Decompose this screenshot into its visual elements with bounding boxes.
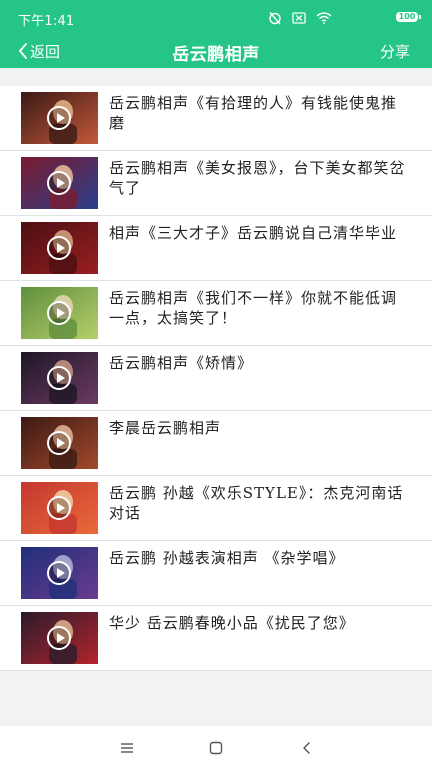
video-title: 岳云鹏 孙越表演相声 《杂学唱》 xyxy=(109,549,345,567)
play-icon[interactable] xyxy=(47,301,71,325)
status-bar: 下午1:41 100 xyxy=(0,0,432,34)
battery-icon: 100 xyxy=(396,12,418,22)
back-icon[interactable] xyxy=(299,740,315,756)
video-thumbnail[interactable] xyxy=(21,547,98,599)
play-icon[interactable] xyxy=(47,171,71,195)
video-list-item[interactable]: 岳云鹏 孙越《欢乐STYLE》：杰克河南话对话 xyxy=(0,476,432,541)
video-thumbnail[interactable] xyxy=(21,157,98,209)
battery-nub xyxy=(419,15,421,19)
video-list-item[interactable]: 岳云鹏相声《我们不一样》你就不能低调一点，太搞笑了！ xyxy=(0,281,432,346)
play-icon[interactable] xyxy=(47,626,71,650)
video-title: 华少 岳云鹏春晚小品《扰民了您》 xyxy=(109,614,355,632)
play-icon[interactable] xyxy=(47,236,71,260)
video-list-item[interactable]: 岳云鹏 孙越表演相声 《杂学唱》 xyxy=(0,541,432,606)
video-title: 李晨岳云鹏相声 xyxy=(109,419,222,437)
video-title: 岳云鹏相声《矫情》 xyxy=(109,354,254,372)
notification-icon xyxy=(292,12,306,24)
play-icon[interactable] xyxy=(47,431,71,455)
play-icon[interactable] xyxy=(47,106,71,130)
video-list-item[interactable]: 相声《三大才子》岳云鹏说自己清华毕业 xyxy=(0,216,432,281)
video-thumbnail[interactable] xyxy=(21,417,98,469)
page-title: 岳云鹏相声 xyxy=(172,45,260,65)
alarm-off-icon xyxy=(269,12,281,25)
video-thumbnail[interactable] xyxy=(21,612,98,664)
video-list-item[interactable]: 李晨岳云鹏相声 xyxy=(0,411,432,476)
video-title: 岳云鹏相声《有拾理的人》有钱能使鬼推磨 xyxy=(109,94,398,132)
video-title: 岳云鹏 孙越《欢乐STYLE》：杰克河南话对话 xyxy=(109,484,404,522)
wifi-icon xyxy=(316,12,332,24)
screen: 下午1:41 100 返回 岳云鹏相声 分享 岳云鹏相声《有拾理的人》有钱能使鬼… xyxy=(0,0,432,768)
video-thumbnail[interactable] xyxy=(21,482,98,534)
video-list: 岳云鹏相声《有拾理的人》有钱能使鬼推磨 岳云鹏相声《美女报恩》，台下美女都笑岔气了… xyxy=(0,86,432,671)
video-thumbnail[interactable] xyxy=(21,287,98,339)
share-button[interactable]: 分享 xyxy=(380,41,410,62)
status-time: 下午1:41 xyxy=(18,14,75,29)
video-title: 相声《三大才子》岳云鹏说自己清华毕业 xyxy=(109,224,398,242)
video-list-item[interactable]: 岳云鹏相声《矫情》 xyxy=(0,346,432,411)
video-thumbnail[interactable] xyxy=(21,352,98,404)
play-icon[interactable] xyxy=(47,366,71,390)
home-icon[interactable] xyxy=(208,740,224,756)
video-list-item[interactable]: 华少 岳云鹏春晚小品《扰民了您》 xyxy=(0,606,432,671)
video-title: 岳云鹏相声《我们不一样》你就不能低调一点，太搞笑了！ xyxy=(109,289,398,327)
play-icon[interactable] xyxy=(47,561,71,585)
video-list-item[interactable]: 岳云鹏相声《有拾理的人》有钱能使鬼推磨 xyxy=(0,86,432,151)
top-bar: 下午1:41 100 返回 岳云鹏相声 分享 xyxy=(0,0,432,68)
status-icons xyxy=(268,10,332,26)
video-list-item[interactable]: 岳云鹏相声《美女报恩》，台下美女都笑岔气了 xyxy=(0,151,432,216)
system-nav-bar xyxy=(0,726,432,768)
app-bar: 返回 岳云鹏相声 分享 xyxy=(0,34,432,68)
video-title: 岳云鹏相声《美女报恩》，台下美女都笑岔气了 xyxy=(109,159,406,197)
menu-icon[interactable] xyxy=(119,740,135,756)
video-thumbnail[interactable] xyxy=(21,92,98,144)
video-thumbnail[interactable] xyxy=(21,222,98,274)
play-icon[interactable] xyxy=(47,496,71,520)
